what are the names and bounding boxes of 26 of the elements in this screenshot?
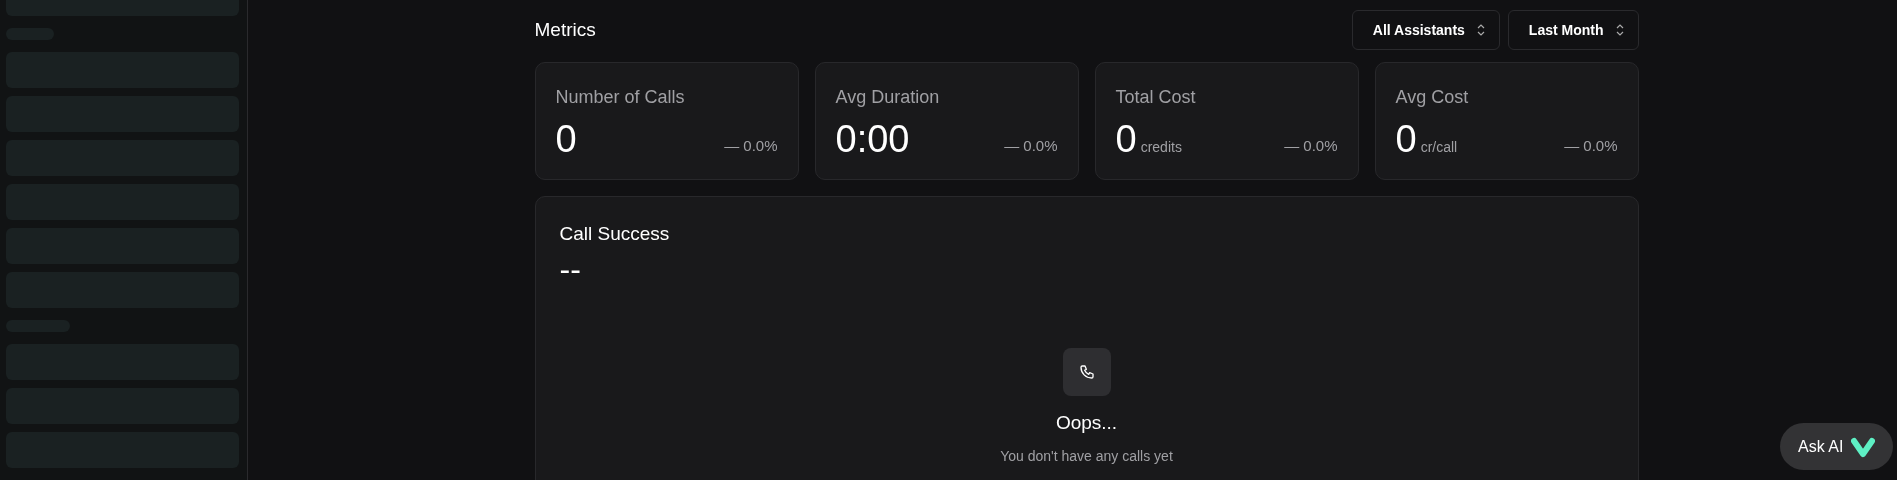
metric-change: — 0.0% bbox=[1004, 137, 1058, 156]
metric-change: — 0.0% bbox=[724, 137, 778, 156]
filter-dropdown[interactable]: All Assistants bbox=[1351, 10, 1500, 50]
metric-label: Total Cost bbox=[1115, 87, 1197, 108]
empty-title: Oops... bbox=[1055, 412, 1118, 434]
metric-label: Avg Cost bbox=[1395, 87, 1470, 108]
metric-value: 0 bbox=[1395, 120, 1417, 158]
empty-message: You don't have any calls yet bbox=[1000, 448, 1173, 464]
metric-unit: credits bbox=[1140, 139, 1182, 155]
chevron-icon bbox=[1476, 24, 1485, 36]
filter-dropdown[interactable]: Last Month bbox=[1507, 10, 1639, 50]
metric-label: Number of Calls bbox=[555, 87, 686, 108]
card-title: Call Success bbox=[559, 223, 671, 245]
metric-change: — 0.0% bbox=[1564, 137, 1618, 156]
page-title: Metrics bbox=[534, 19, 596, 41]
metric-value: 0 bbox=[555, 120, 577, 158]
metric-value: 0:00 bbox=[835, 120, 910, 158]
chevron-icon bbox=[1615, 24, 1624, 36]
metric-change: — 0.0% bbox=[1284, 137, 1338, 156]
check-logo-icon bbox=[1851, 435, 1876, 458]
metric-label: Avg Duration bbox=[835, 87, 941, 108]
phone-icon bbox=[1062, 348, 1111, 396]
ask-ai-button[interactable]: Ask AI bbox=[1780, 423, 1893, 470]
metric-value: 0 bbox=[1115, 120, 1137, 158]
metric-unit: cr/call bbox=[1420, 139, 1458, 155]
card-value: -- bbox=[559, 251, 581, 288]
